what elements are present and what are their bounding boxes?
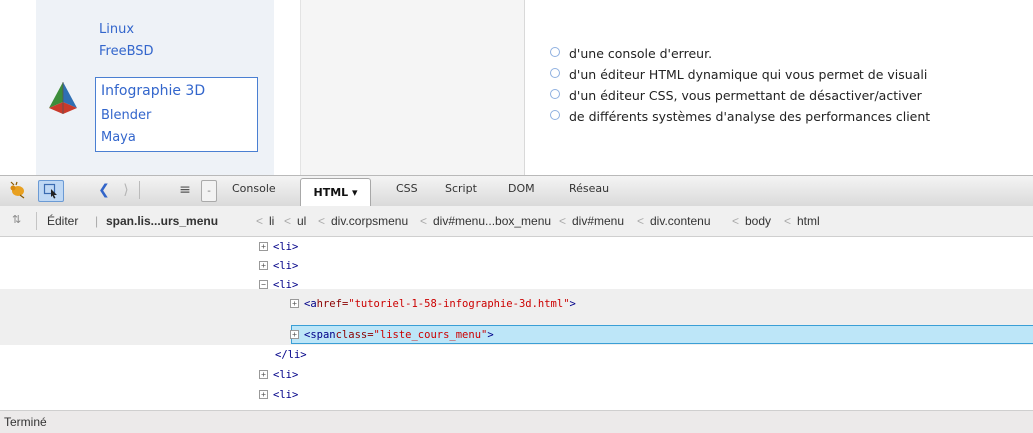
menu-list-icon[interactable]: ≡ <box>176 179 194 201</box>
list-item: de différents systèmes d'analyse des per… <box>550 109 930 130</box>
minimize-button[interactable]: - <box>201 180 217 202</box>
html-tree-panel: + <li> + <li> − <li> + <a href= "tutoriel… <box>0 237 1033 410</box>
expand-icon[interactable]: + <box>259 242 268 251</box>
status-text: Terminé <box>4 415 47 429</box>
breadcrumb-item-menu[interactable]: div#menu <box>572 214 624 228</box>
tab-network[interactable]: Réseau <box>569 182 609 195</box>
firebug-bug-icon[interactable] <box>6 179 30 201</box>
breadcrumb-separator: < <box>318 214 326 228</box>
separator <box>36 212 37 230</box>
breadcrumb-separator: < <box>284 214 292 228</box>
category-title[interactable]: Infographie 3D <box>101 83 205 99</box>
tab-dom[interactable]: DOM <box>508 182 535 195</box>
bullet-icon <box>550 89 560 99</box>
breadcrumb-item-body[interactable]: body <box>745 214 771 228</box>
breadcrumb-separator: < <box>637 214 645 228</box>
feature-list: d'une console d'erreur. d'un éditeur HTM… <box>550 46 930 130</box>
tab-css[interactable]: CSS <box>396 182 418 195</box>
menu-link-linux[interactable]: Linux <box>99 22 134 37</box>
edit-button[interactable]: Éditer <box>47 214 78 228</box>
list-item: d'un éditeur CSS, vous permettant de dés… <box>550 88 930 109</box>
middle-column <box>300 0 525 175</box>
tree-node[interactable]: + <li> <box>259 237 298 256</box>
status-bar: Terminé <box>0 410 1033 433</box>
breadcrumb-toggle-icon[interactable]: ⇅ <box>12 213 21 226</box>
tree-node-close: </li> <box>275 348 307 361</box>
breadcrumb-separator: < <box>784 214 792 228</box>
menu-link-maya[interactable]: Maya <box>101 130 136 145</box>
breadcrumb-separator: < <box>732 214 740 228</box>
breadcrumb-item-box-menu[interactable]: div#menu...box_menu <box>433 214 551 228</box>
forward-arrow-icon[interactable]: ⟩ <box>118 179 134 201</box>
breadcrumb-item-span[interactable]: span.lis...urs_menu <box>106 214 218 228</box>
list-item: d'un éditeur HTML dynamique qui vous per… <box>550 67 930 88</box>
menu-link-freebsd[interactable]: FreeBSD <box>99 44 154 59</box>
breadcrumb-item-html[interactable]: html <box>797 214 820 228</box>
breadcrumb-separator: < <box>420 214 428 228</box>
tab-console[interactable]: Console <box>232 182 276 195</box>
category-3d-box[interactable]: Infographie 3D Blender Maya <box>95 77 258 152</box>
expand-icon[interactable]: + <box>259 370 268 379</box>
back-arrow-icon[interactable]: ❮ <box>96 179 112 201</box>
bullet-icon <box>550 110 560 120</box>
breadcrumb-separator: < <box>256 214 264 228</box>
separator <box>139 181 140 199</box>
3d-graphics-icon <box>45 78 81 118</box>
collapse-icon[interactable]: − <box>259 280 268 289</box>
firebug-toolbar: ❮ ⟩ ≡ - Console HTML ▾ CSS Script DOM Ré… <box>0 175 1033 207</box>
list-item: d'une console d'erreur. <box>550 46 930 67</box>
separator: | <box>95 214 99 228</box>
tree-node-selected[interactable]: + <span class= "liste_cours_menu" > <box>290 325 494 344</box>
breadcrumb-item-li[interactable]: li <box>269 214 274 228</box>
inspect-element-icon[interactable] <box>38 180 64 202</box>
tree-node[interactable]: + <li> <box>259 256 298 275</box>
breadcrumb: ⇅ Éditer | span.lis...urs_menu < li < ul… <box>0 206 1033 237</box>
tree-node-expanded[interactable]: − <li> <box>259 275 298 294</box>
tab-script[interactable]: Script <box>445 182 477 195</box>
breadcrumb-separator: < <box>559 214 567 228</box>
tree-node-child[interactable]: + <a href= "tutoriel-1-58-infographie-3d.… <box>290 294 576 313</box>
breadcrumb-item-corpsmenu[interactable]: div.corpsmenu <box>331 214 408 228</box>
breadcrumb-item-contenu[interactable]: div.contenu <box>650 214 711 228</box>
web-page-content: Linux FreeBSD Infographie 3D Blender May… <box>0 0 1033 175</box>
breadcrumb-item-ul[interactable]: ul <box>297 214 306 228</box>
expand-icon[interactable]: + <box>290 299 299 308</box>
bullet-icon <box>550 68 560 78</box>
expand-icon[interactable]: + <box>259 390 268 399</box>
bullet-icon <box>550 47 560 57</box>
expand-icon[interactable]: + <box>290 330 299 339</box>
tree-node[interactable]: + <li> <box>259 365 298 384</box>
tab-html[interactable]: HTML ▾ <box>300 178 371 206</box>
expand-icon[interactable]: + <box>259 261 268 270</box>
menu-link-blender[interactable]: Blender <box>101 108 151 123</box>
tree-node[interactable]: + <li> <box>259 385 298 404</box>
